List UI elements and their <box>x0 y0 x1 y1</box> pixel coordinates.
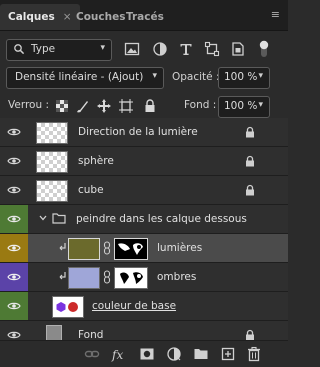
layer-row[interactable]: cube <box>0 176 288 205</box>
layer-name[interactable]: ombres <box>157 271 196 283</box>
panel-tabs: Calques × Couches Tracés ≡ <box>0 0 288 31</box>
chevron-down-icon: ▾ <box>258 71 263 81</box>
folder-icon <box>52 213 66 224</box>
clipping-mask-icon <box>59 243 66 251</box>
blend-row: Densité linéaire - (Ajout) ▾ Opacité : 1… <box>0 66 288 90</box>
layer-row[interactable]: couleur de base <box>0 292 288 321</box>
visibility-toggle[interactable] <box>0 147 28 175</box>
adjustment-layer-icon[interactable] <box>166 346 182 362</box>
lock-label: Verrou : <box>8 99 50 111</box>
type-layer-filter-icon[interactable] <box>178 41 194 57</box>
adjustment-layer-filter-icon[interactable] <box>152 41 168 57</box>
fill-value: 100 % <box>224 100 258 112</box>
layer-name[interactable]: cube <box>78 184 104 196</box>
visibility-toggle[interactable] <box>0 176 28 204</box>
layer-mask-thumbnail[interactable] <box>114 238 148 260</box>
eye-icon <box>7 331 21 339</box>
lock-icon <box>246 184 254 196</box>
tab-layers-label: Calques <box>8 11 55 23</box>
link-layers-icon[interactable] <box>84 346 100 362</box>
layer-group-row[interactable]: peindre dans les calque dessous <box>0 205 288 234</box>
visibility-toggle[interactable] <box>0 205 28 233</box>
layer-name[interactable]: lumières <box>157 242 202 254</box>
clipping-mask-icon <box>59 272 66 280</box>
lock-all-icon[interactable] <box>142 98 158 114</box>
lock-row: Verrou : Fond : 100 % ▾ <box>0 95 288 118</box>
shape-layer-filter-icon[interactable] <box>204 41 220 57</box>
svg-text:fx: fx <box>111 348 123 362</box>
filter-kind-label: Type <box>31 43 56 55</box>
eye-icon <box>7 128 21 136</box>
layer-thumbnail[interactable] <box>52 296 84 318</box>
filter-kind-select[interactable]: Type ▾ <box>6 39 112 61</box>
layers-list: Direction de la lumière sphère cube pein… <box>0 118 288 341</box>
visibility-toggle[interactable] <box>0 263 28 291</box>
smart-object-filter-icon[interactable] <box>230 41 246 57</box>
layer-row[interactable]: ombres <box>0 263 288 292</box>
lock-transparent-pixels-icon[interactable] <box>54 98 70 114</box>
chevron-down-icon: ▾ <box>258 100 263 110</box>
lock-icon <box>246 155 254 167</box>
layer-row[interactable]: Fond <box>0 321 288 341</box>
chevron-down-icon: ▾ <box>152 71 157 81</box>
trash-icon[interactable] <box>246 346 262 362</box>
eye-icon <box>7 186 21 194</box>
panel-menu-icon[interactable]: ≡ <box>271 8 280 21</box>
fill-field[interactable]: 100 % ▾ <box>218 96 270 118</box>
layer-row[interactable]: sphère <box>0 147 288 176</box>
visibility-toggle[interactable] <box>0 292 28 320</box>
layer-thumbnail[interactable] <box>46 325 62 341</box>
layer-filter-row: Type ▾ <box>0 34 288 64</box>
layer-mask-thumbnail[interactable] <box>114 267 148 289</box>
eye-icon <box>7 244 21 252</box>
visibility-toggle[interactable] <box>0 118 28 146</box>
blend-mode-select[interactable]: Densité linéaire - (Ajout) ▾ <box>6 67 164 89</box>
link-icon[interactable] <box>103 270 111 284</box>
layer-style-fx-icon[interactable]: fx <box>111 346 127 362</box>
blend-mode-value: Densité linéaire - (Ajout) <box>15 71 144 83</box>
layer-row[interactable]: Direction de la lumière <box>0 118 288 147</box>
filter-toggle-icon[interactable] <box>259 40 269 58</box>
eye-icon <box>7 273 21 281</box>
tab-paths[interactable]: Tracés <box>118 4 172 30</box>
layer-name[interactable]: peindre dans les calque dessous <box>76 213 247 225</box>
eye-icon <box>7 302 21 310</box>
layer-thumbnail[interactable] <box>36 151 68 173</box>
layer-name[interactable]: sphère <box>78 155 114 167</box>
eye-icon <box>7 215 21 223</box>
eye-icon <box>7 157 21 165</box>
layer-row[interactable]: lumières <box>0 234 288 263</box>
lock-icon <box>246 126 254 138</box>
chevron-down-icon: ▾ <box>100 43 105 53</box>
opacity-field[interactable]: 100 % ▾ <box>218 67 270 89</box>
layer-thumbnail[interactable] <box>36 180 68 202</box>
layer-name[interactable]: Direction de la lumière <box>78 126 198 138</box>
layer-name[interactable]: couleur de base <box>92 300 176 312</box>
lock-position-icon[interactable] <box>96 98 112 114</box>
layer-thumbnail[interactable] <box>68 238 100 260</box>
link-icon[interactable] <box>103 241 111 255</box>
visibility-toggle[interactable] <box>0 234 28 262</box>
layer-thumbnail[interactable] <box>36 122 68 144</box>
layer-thumbnail[interactable] <box>68 267 100 289</box>
chevron-down-icon[interactable] <box>38 213 48 223</box>
pixel-layer-filter-icon[interactable] <box>124 41 140 57</box>
opacity-value: 100 % <box>224 71 258 83</box>
opacity-label: Opacité : <box>172 71 220 83</box>
new-layer-icon[interactable] <box>220 346 236 362</box>
search-icon <box>14 44 25 55</box>
layers-footer-toolbar: fx <box>0 340 288 367</box>
lock-artboard-icon[interactable] <box>118 98 134 114</box>
fill-label: Fond : <box>184 99 217 111</box>
add-mask-icon[interactable] <box>139 346 155 362</box>
new-group-icon[interactable] <box>193 346 209 362</box>
lock-image-pixels-icon[interactable] <box>74 98 90 114</box>
